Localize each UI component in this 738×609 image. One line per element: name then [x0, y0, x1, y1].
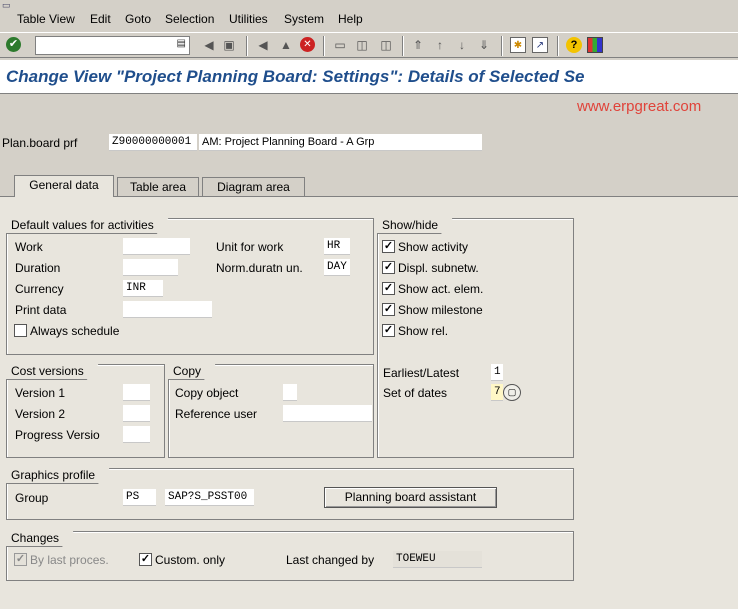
display-subnetwork-label: Displ. subnetw.: [398, 261, 479, 275]
planning-board-assistant-button[interactable]: Planning board assistant: [324, 487, 497, 508]
reference-user-input[interactable]: [283, 405, 372, 422]
command-field[interactable]: ▤: [35, 36, 190, 55]
version1-label: Version 1: [15, 386, 66, 400]
by-last-process-label: By last proces.: [30, 553, 109, 567]
copy-object-input[interactable]: [283, 384, 297, 401]
copy-title: Copy: [168, 364, 216, 380]
show-milestone-label: Show milestone: [398, 303, 483, 317]
currency-label: Currency: [15, 282, 64, 296]
menu-table-view[interactable]: Table View: [17, 12, 75, 26]
work-label: Work: [15, 240, 43, 254]
custom-only-label: Custom. only: [155, 553, 226, 567]
always-schedule-label: Always schedule: [30, 324, 120, 338]
tab-table-area[interactable]: Table area: [117, 177, 199, 197]
show-milestone-checkbox[interactable]: ✓: [382, 303, 395, 316]
find-next-icon[interactable]: ◫: [378, 37, 394, 53]
norm-duration-input[interactable]: DAY: [324, 259, 350, 276]
default-values-title: Default values for activities: [6, 218, 169, 234]
graphics-profile-input[interactable]: SAP?S_PSST00: [165, 489, 254, 506]
tab-general-data[interactable]: General data: [14, 175, 114, 197]
back-icon[interactable]: ◀: [255, 37, 271, 53]
plan-board-profile-description: AM: Project Planning Board - A Grp: [199, 134, 482, 151]
duration-input[interactable]: [123, 259, 178, 276]
cancel-icon[interactable]: ✕: [300, 37, 315, 52]
last-changed-by-value: TOEWEU: [393, 551, 482, 568]
graphics-profile-title: Graphics profile: [6, 468, 110, 484]
by-last-process-checkbox: ✓: [14, 553, 27, 566]
application-toolbar: www.erpgreat.com: [0, 95, 738, 123]
last-changed-by-label: Last changed by: [286, 553, 375, 567]
previous-page-icon[interactable]: ↑: [432, 37, 448, 53]
version1-input[interactable]: [123, 384, 150, 401]
show-hide-title: Show/hide: [377, 218, 453, 234]
earliest-latest-label: Earliest/Latest: [383, 366, 460, 380]
show-activity-checkbox[interactable]: ✓: [382, 240, 395, 253]
tab-diagram-area[interactable]: Diagram area: [202, 177, 305, 197]
always-schedule-checkbox[interactable]: [14, 324, 27, 337]
progress-version-label: Progress Versio: [15, 428, 100, 442]
menu-goto[interactable]: Goto: [125, 12, 151, 26]
norm-duration-label: Norm.duratn un.: [216, 261, 303, 275]
title-bar: Change View "Project Planning Board: Set…: [0, 60, 738, 94]
customize-layout-icon[interactable]: [587, 37, 603, 53]
possible-entries-icon[interactable]: ▢: [503, 384, 521, 401]
show-relationships-label: Show rel.: [398, 324, 449, 338]
group-label: Group: [15, 491, 49, 505]
version2-label: Version 2: [15, 407, 66, 421]
set-of-dates-input[interactable]: 7: [491, 384, 503, 401]
copy-object-label: Copy object: [175, 386, 239, 400]
help-icon[interactable]: ?: [566, 37, 582, 53]
watermark-text: www.erpgreat.com: [577, 98, 702, 115]
duration-label: Duration: [15, 261, 61, 275]
last-page-icon[interactable]: ⇓: [476, 37, 492, 53]
save-icon[interactable]: ▣: [221, 37, 237, 53]
page-title: Change View "Project Planning Board: Set…: [6, 67, 585, 86]
plan-board-profile-input[interactable]: Z90000000001: [109, 134, 197, 151]
print-data-input[interactable]: [123, 301, 212, 318]
currency-input[interactable]: INR: [123, 280, 163, 297]
custom-only-checkbox[interactable]: ✓: [139, 553, 152, 566]
back-arrow-icon[interactable]: ◀: [201, 37, 217, 53]
first-page-icon[interactable]: ⇑: [410, 37, 426, 53]
menu-system[interactable]: System: [284, 12, 324, 26]
app-icon[interactable]: ▭: [2, 0, 11, 11]
earliest-latest-input[interactable]: 1: [491, 364, 503, 381]
command-history-icon[interactable]: ▤: [177, 38, 186, 49]
print-data-label: Print data: [15, 303, 67, 317]
unit-for-work-input[interactable]: HR: [324, 238, 350, 255]
standard-toolbar: ✔ ▤ ◀ ▣ ◀ ▲ ✕ ▭ ◫ ◫ ⇑ ↑ ↓ ⇓ ✱ ↗ ?: [0, 32, 738, 58]
work-input[interactable]: [123, 238, 190, 255]
show-relationships-checkbox[interactable]: ✓: [382, 324, 395, 337]
next-page-icon[interactable]: ↓: [454, 37, 470, 53]
create-session-icon[interactable]: ✱: [510, 37, 526, 53]
show-activity-label: Show activity: [398, 240, 469, 254]
set-of-dates-label: Set of dates: [383, 386, 448, 400]
enter-check-icon[interactable]: ✔: [6, 37, 21, 52]
exit-icon[interactable]: ▲: [278, 37, 294, 53]
print-icon[interactable]: ▭: [332, 37, 348, 53]
progress-version-input[interactable]: [123, 426, 150, 443]
version2-input[interactable]: [123, 405, 150, 422]
reference-user-label: Reference user: [175, 407, 258, 421]
unit-for-work-label: Unit for work: [216, 240, 284, 254]
changes-title: Changes: [6, 531, 74, 547]
cost-versions-title: Cost versions: [6, 364, 99, 380]
display-subnetwork-checkbox[interactable]: ✓: [382, 261, 395, 274]
menu-bar: ▭ Table View Edit Goto Selection Utiliti…: [0, 0, 738, 32]
menu-edit[interactable]: Edit: [90, 12, 111, 26]
menu-selection[interactable]: Selection: [165, 12, 214, 26]
menu-utilities[interactable]: Utilities: [229, 12, 268, 26]
group-input[interactable]: PS: [123, 489, 156, 506]
show-hide-group: Show/hide: [377, 218, 574, 458]
show-activity-element-label: Show act. elem.: [398, 282, 484, 296]
create-shortcut-icon[interactable]: ↗: [532, 37, 548, 53]
show-activity-element-checkbox[interactable]: ✓: [382, 282, 395, 295]
menu-help[interactable]: Help: [338, 12, 363, 26]
plan-board-profile-label: Plan.board prf: [2, 136, 78, 150]
find-icon[interactable]: ◫: [354, 37, 370, 53]
